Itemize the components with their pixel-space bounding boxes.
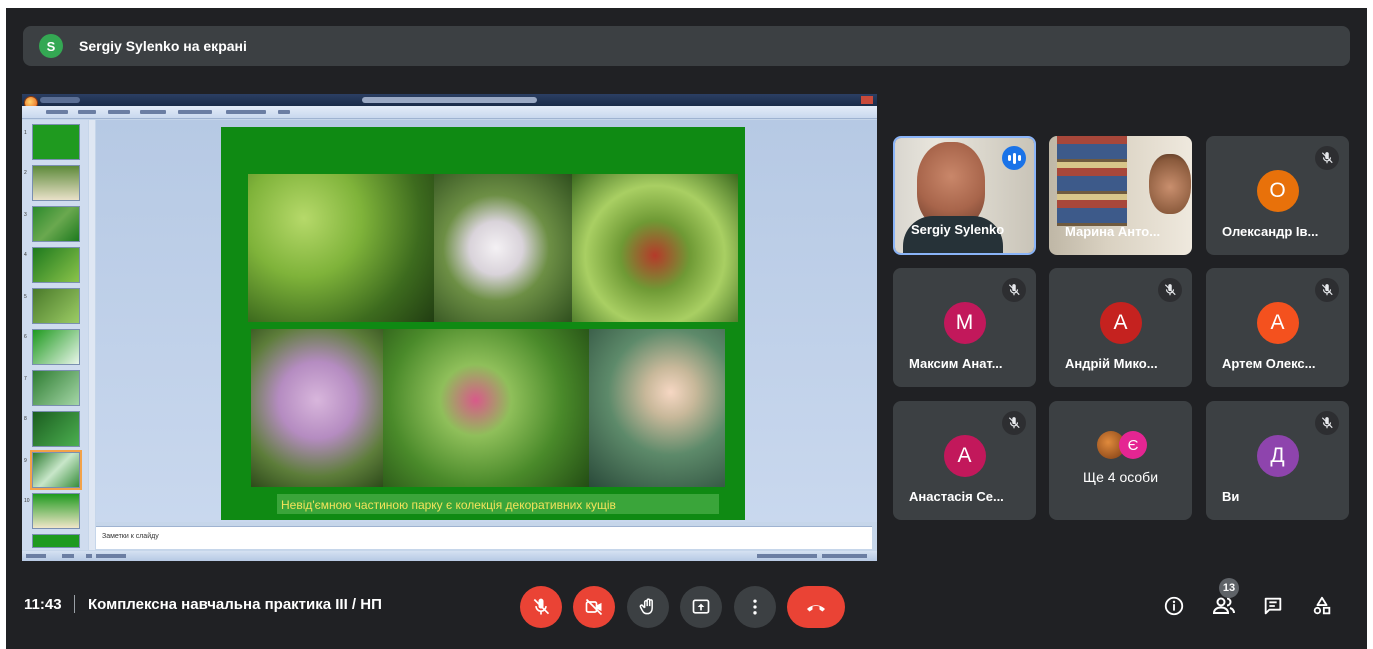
- slide-thumb: [32, 493, 80, 529]
- photo-leaves: [248, 174, 434, 322]
- participant-tile-sergiy[interactable]: Sergiy Sylenko: [893, 136, 1036, 255]
- activities-button[interactable]: [1308, 592, 1336, 620]
- slide-thumb: [32, 370, 80, 406]
- activities-icon: [1313, 596, 1331, 615]
- chat-icon: [1264, 597, 1282, 615]
- quick-access-toolbar: [40, 97, 80, 103]
- slide-notes: Заметки к слайду: [96, 526, 872, 549]
- mic-off-icon: [1002, 278, 1026, 302]
- more-avatars: Є: [1097, 431, 1149, 459]
- slide-thumb: [32, 124, 80, 160]
- ppt-title-bar: [22, 94, 877, 110]
- close-window-icon: [861, 96, 873, 104]
- participant-name: Ви: [1222, 489, 1240, 504]
- window-title: [362, 97, 537, 103]
- participant-name: Анастасія Се...: [909, 489, 1004, 504]
- photo-honeysuckle: [589, 329, 725, 487]
- speaking-indicator-icon: [1002, 146, 1026, 170]
- presenting-label: Sergiy Sylenko на екрані: [79, 38, 247, 54]
- thumbnail-scrollbar: [89, 120, 95, 550]
- hand-icon: [639, 598, 653, 615]
- participant-tile-maryna[interactable]: Марина Анто...: [1049, 136, 1192, 255]
- participant-name: Олександр Ів...: [1222, 224, 1319, 239]
- slide-thumb: [32, 534, 80, 548]
- presenter-avatar: S: [39, 34, 63, 58]
- participant-name: Максим Анат...: [909, 356, 1003, 371]
- meeting-details-button[interactable]: [1160, 592, 1188, 620]
- mic-toggle-button[interactable]: [520, 586, 562, 628]
- mic-off-icon: [1315, 411, 1339, 435]
- participant-count-badge: 13: [1219, 578, 1239, 598]
- camera-off-icon: [585, 598, 603, 616]
- divider: [74, 595, 75, 613]
- participant-name: Sergiy Sylenko: [911, 222, 1005, 237]
- mic-off-icon: [1158, 278, 1182, 302]
- slide-thumb: [32, 329, 80, 365]
- mic-off-icon: [1315, 146, 1339, 170]
- current-slide: Невід'ємною частиною парку є колекція де…: [221, 127, 745, 520]
- slide-thumb-selected: [30, 450, 82, 490]
- participant-avatar: Є: [1119, 431, 1147, 459]
- meeting-title: Комплексна навчальна практика III / НП: [88, 596, 382, 613]
- hang-up-icon: [807, 605, 825, 612]
- participant-avatar: А: [943, 434, 986, 477]
- participant-avatar: А: [1256, 301, 1299, 344]
- presenting-banner: S Sergiy Sylenko на екрані: [23, 26, 1350, 66]
- meeting-clock: 11:43: [24, 596, 62, 613]
- participant-tile-you[interactable]: Д Ви: [1206, 401, 1349, 520]
- info-icon: [1164, 596, 1184, 616]
- present-now-button[interactable]: [680, 586, 722, 628]
- slide-area: Невід'ємною частиною парку є колекція де…: [96, 120, 877, 522]
- participant-tile-andrii[interactable]: А Андрій Мико...: [1049, 268, 1192, 387]
- participant-avatar: А: [1099, 301, 1142, 344]
- participant-name: Андрій Мико...: [1065, 356, 1158, 371]
- photo-lilac: [251, 329, 383, 487]
- slide-thumb: [32, 288, 80, 324]
- more-vert-icon: [753, 599, 757, 615]
- participant-name: Марина Анто...: [1065, 224, 1161, 239]
- slide-caption-bar: Невід'ємною частиною парку є колекція де…: [277, 494, 719, 514]
- participant-tile-oleksandr[interactable]: О Олександр Ів...: [1206, 136, 1349, 255]
- leave-call-button[interactable]: [787, 586, 845, 628]
- participant-tile-artem[interactable]: А Артем Олекс...: [1206, 268, 1349, 387]
- more-participants-label: Ще 4 особи: [1082, 469, 1159, 485]
- notes-placeholder: Заметки к слайду: [102, 533, 159, 540]
- participant-name: Артем Олекс...: [1222, 356, 1316, 371]
- participant-tile-anastasiia[interactable]: А Анастасія Се...: [893, 401, 1036, 520]
- photo-red-berries: [572, 174, 738, 322]
- shared-screen: 1 2 3 4 5 6 7 8 9 10 Невід'ємною частино…: [22, 94, 877, 561]
- more-options-button[interactable]: [734, 586, 776, 628]
- slide-thumb: [32, 411, 80, 447]
- participant-avatar: М: [943, 301, 986, 344]
- slide-thumb: [32, 206, 80, 242]
- mic-off-icon: [1315, 278, 1339, 302]
- more-participants-tile[interactable]: Є Ще 4 особи: [1049, 401, 1192, 520]
- slide-caption: Невід'ємною частиною парку є колекція де…: [281, 498, 616, 512]
- slide-thumb: [32, 247, 80, 283]
- mic-off-icon: [533, 598, 550, 615]
- raise-hand-button[interactable]: [627, 586, 669, 628]
- participant-avatar: Д: [1256, 434, 1299, 477]
- people-icon: [1212, 597, 1235, 614]
- photo-pink-flowers: [383, 329, 589, 487]
- present-screen-icon: [692, 599, 710, 614]
- ppt-status-bar: [22, 551, 877, 561]
- camera-toggle-button[interactable]: [573, 586, 615, 628]
- photo-white-flowers: [434, 174, 572, 322]
- participant-avatar: О: [1256, 169, 1299, 212]
- bookshelf: [1057, 136, 1127, 226]
- person-head: [1149, 154, 1191, 214]
- slide-thumb: [32, 165, 80, 201]
- ppt-ribbon: [22, 106, 877, 119]
- slide-thumbnails: 1 2 3 4 5 6 7 8 9 10: [22, 120, 88, 550]
- chat-button[interactable]: [1259, 592, 1287, 620]
- participant-tile-maksym[interactable]: М Максим Анат...: [893, 268, 1036, 387]
- mic-off-icon: [1002, 411, 1026, 435]
